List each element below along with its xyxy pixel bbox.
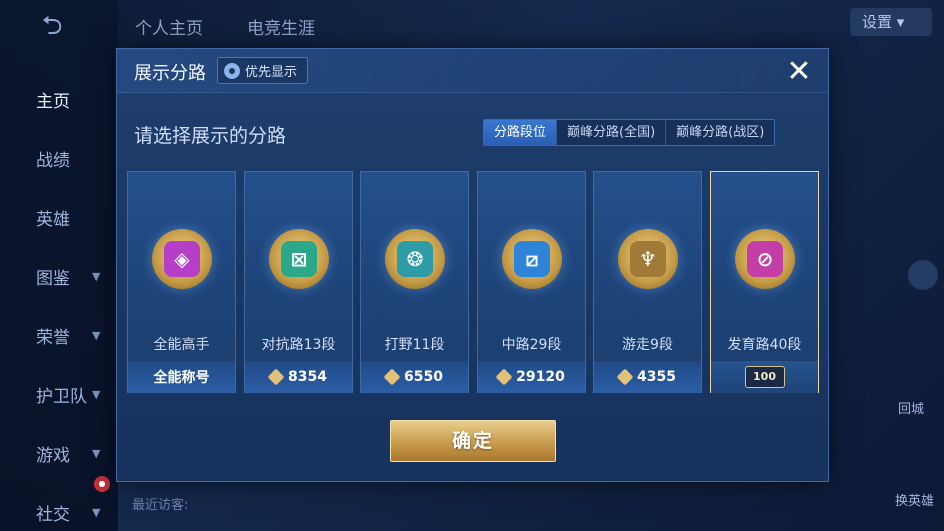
lane-type-tabs: 分路段位 巅峰分路(全国) 巅峰分路(战区): [483, 119, 776, 146]
chevron-down-icon: ▼: [92, 506, 101, 519]
sidebar-item-guard[interactable]: 护卫队 ▼: [0, 365, 118, 424]
tab-peak-national[interactable]: 巅峰分路(全国): [557, 120, 667, 145]
dialog-header: 展示分路 优先显示 ✕: [117, 49, 828, 93]
sidebar-item-label: 荣誉: [36, 328, 70, 348]
lane-score-bar: 100: [711, 361, 818, 393]
map-icon[interactable]: [908, 260, 938, 290]
sidebar-item-label: 战绩: [36, 151, 70, 171]
switch-hero-button[interactable]: 换英雄: [895, 490, 934, 509]
close-button[interactable]: ✕: [783, 57, 815, 89]
lane-name: 游走9段: [622, 337, 673, 353]
dialog-title: 展示分路: [134, 63, 206, 84]
emblem-core: ⧄: [514, 241, 550, 277]
recall-button[interactable]: 回城: [898, 398, 924, 417]
lane-card[interactable]: ⊠ 对抗路13段 8354: [244, 171, 353, 393]
lane-emblem-icon: ♆: [618, 229, 678, 289]
priority-display-button[interactable]: 优先显示: [217, 57, 309, 84]
rank-points-icon: [383, 368, 401, 386]
rank-points-icon: [267, 368, 285, 386]
lane-score: 100: [744, 366, 785, 388]
emblem-core: ❂: [397, 241, 433, 277]
tab-esports[interactable]: 电竞生涯: [247, 14, 315, 39]
dialog-subtitle: 请选择展示的分路: [134, 125, 287, 147]
settings-button[interactable]: 设置 ▾: [850, 8, 932, 36]
recent-visitors: 最近访客:: [132, 498, 189, 513]
sidebar-item-label: 护卫队: [36, 387, 87, 407]
gear-icon: [224, 62, 240, 79]
back-arrow-icon[interactable]: ⮌: [22, 12, 82, 40]
sidebar-item-games[interactable]: 游戏 ▼: [0, 424, 118, 483]
confirm-button[interactable]: 确定: [390, 420, 556, 462]
lane-score-bar: 全能称号: [128, 361, 235, 393]
chevron-down-icon: ▼: [92, 270, 101, 283]
lane-emblem-icon: ⊠: [269, 229, 329, 289]
lane-name: 发育路40段: [727, 337, 802, 353]
lane-name: 全能高手: [153, 337, 210, 353]
lane-card[interactable]: ❂ 打野11段 6550: [360, 171, 469, 393]
tab-peak-region[interactable]: 巅峰分路(战区): [666, 120, 775, 145]
sidebar-item-label: 图鉴: [36, 269, 70, 289]
sidebar-item-home[interactable]: 主页: [0, 70, 118, 129]
lane-name: 中路29段: [501, 337, 562, 353]
lane-score-bar: 4355: [594, 361, 701, 393]
lane-score-bar: 29120: [478, 361, 585, 393]
lane-score: 4355: [637, 369, 676, 385]
rank-points-icon: [495, 368, 513, 386]
sidebar-item-label: 游戏: [36, 446, 70, 466]
chevron-down-icon: ▼: [92, 447, 101, 460]
lane-score-bar: 8354: [245, 361, 352, 393]
lane-emblem-icon: ⊘: [735, 229, 795, 289]
lane-card[interactable]: ♆ 游走9段 4355: [593, 171, 702, 393]
sidebar-item-label: 主页: [36, 92, 70, 112]
lane-display-dialog: 展示分路 优先显示 ✕ 请选择展示的分路 分路段位 巅峰分路(全国) 巅峰分路(…: [116, 48, 829, 482]
sidebar-item-label: 英雄: [36, 210, 70, 230]
lane-emblem-icon: ❂: [385, 229, 445, 289]
lane-card-list: ◈ 全能高手全能称号 ⊠ 对抗路13段 8354 ❂ 打野11段 6550 ⧄ 中路29段 2912…: [127, 171, 820, 393]
sidebar-item-honor[interactable]: 荣誉 ▼: [0, 306, 118, 365]
chevron-down-icon: ▼: [92, 388, 101, 401]
sidebar-nav: 主页 战绩 英雄 图鉴 ▼ 荣誉 ▼ 护卫队 ▼ 游戏 ▼ 社交 ▼: [0, 70, 118, 531]
lane-card[interactable]: ◈ 全能高手全能称号: [127, 171, 236, 393]
sidebar-item-heroes[interactable]: 英雄: [0, 188, 118, 247]
sidebar-item-codex[interactable]: 图鉴 ▼: [0, 247, 118, 306]
lane-score: 8354: [288, 369, 327, 385]
chevron-down-icon: ▼: [92, 329, 101, 342]
new-badge: ●: [94, 476, 110, 492]
lane-name: 对抗路13段: [261, 337, 336, 353]
priority-label: 优先显示: [245, 65, 298, 80]
rank-points-icon: [616, 368, 634, 386]
emblem-core: ⊠: [281, 241, 317, 277]
emblem-core: ♆: [630, 241, 666, 277]
emblem-core: ⊘: [747, 241, 783, 277]
lane-card[interactable]: ⊘ 发育路40段 100: [710, 171, 819, 393]
settings-label: 设置: [862, 13, 893, 31]
lane-score: 6550: [404, 369, 443, 385]
top-tabs: 个人主页 电竞生涯: [135, 14, 315, 39]
lane-score: 29120: [516, 369, 565, 385]
lane-emblem-icon: ⧄: [502, 229, 562, 289]
lane-emblem-icon: ◈: [152, 229, 212, 289]
lane-score-bar: 6550: [361, 361, 468, 393]
sidebar: ⮌ 主页 战绩 英雄 图鉴 ▼ 荣誉 ▼ 护卫队 ▼ 游戏 ▼ 社交 ▼ ●: [0, 0, 118, 531]
tab-lane-rank[interactable]: 分路段位: [484, 120, 558, 145]
lane-score: 全能称号: [153, 370, 210, 386]
sidebar-item-label: 社交: [36, 505, 70, 525]
sidebar-item-record[interactable]: 战绩: [0, 129, 118, 188]
lane-name: 打野11段: [384, 337, 445, 353]
lane-card[interactable]: ⧄ 中路29段 29120: [477, 171, 586, 393]
emblem-core: ◈: [164, 241, 200, 277]
tab-profile[interactable]: 个人主页: [135, 14, 203, 39]
